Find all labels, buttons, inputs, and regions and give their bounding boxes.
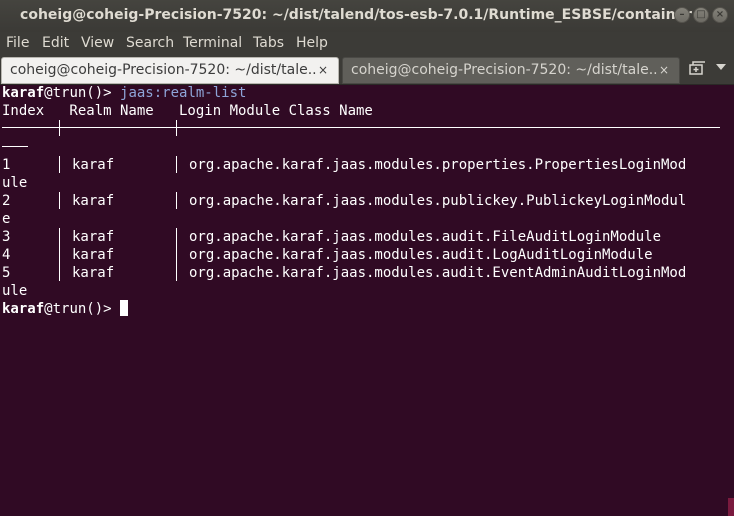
column-separator [59, 156, 60, 173]
row-module: org.apache.karaf.jaas.modules.audit.File… [189, 229, 662, 245]
menu-search[interactable]: Search [126, 34, 174, 52]
row-module: org.apache.karaf.jaas.modules.audit.Even… [189, 265, 687, 281]
menu-bar: File Edit View Search Terminal Tabs Help [0, 32, 734, 54]
resize-grip[interactable] [728, 498, 734, 516]
row-index: 5 [2, 265, 11, 281]
column-separator [59, 192, 60, 209]
row-realm: karaf [72, 193, 115, 209]
tab-label: coheig@coheig-Precision-7520: ~/dist/tal… [10, 62, 316, 78]
menu-file[interactable]: File [6, 34, 29, 52]
row-module: org.apache.karaf.jaas.modules.audit.LogA… [189, 247, 653, 263]
table-row: 4 [2, 246, 10, 264]
menu-help[interactable]: Help [296, 34, 328, 52]
row-module: org.apache.karaf.jaas.modules.properties… [189, 157, 687, 173]
command-text: jaas:realm-list [120, 85, 247, 101]
window-title: coheig@coheig-Precision-7520: ~/dist/tal… [20, 7, 692, 23]
prompt-line: karaf@trun()> jaas:realm-list [2, 84, 246, 102]
row-module-wrap: ule [2, 283, 28, 299]
column-separator [176, 120, 177, 136]
table-row: 5 [2, 264, 10, 282]
row-index: 3 [2, 229, 11, 245]
row-module: org.apache.karaf.jaas.modules.publickey.… [189, 193, 687, 209]
row-realm: karaf [72, 229, 115, 245]
table-row: 3 [2, 228, 10, 246]
tab-close-icon[interactable]: × [659, 58, 669, 83]
text-cursor [120, 300, 129, 316]
new-tab-icon[interactable] [688, 59, 706, 77]
table-row: 1 [2, 156, 10, 174]
row-index: 1 [2, 157, 11, 173]
prompt-host: @trun()> [44, 85, 121, 101]
menu-tabs[interactable]: Tabs [253, 34, 284, 52]
prompt-line: karaf@trun()> [2, 300, 129, 318]
column-separator [176, 156, 177, 173]
column-separator [59, 120, 60, 136]
tab-bar: coheig@coheig-Precision-7520: ~/dist/tal… [0, 54, 734, 85]
window-titlebar[interactable]: coheig@coheig-Precision-7520: ~/dist/tal… [0, 0, 734, 32]
tab-terminal-2[interactable]: coheig@coheig-Precision-7520: ~/dist/tal… [342, 57, 680, 84]
tab-terminal-1[interactable]: coheig@coheig-Precision-7520: ~/dist/tal… [1, 57, 339, 84]
header-rule [2, 127, 720, 128]
column-separator [176, 228, 177, 281]
table-row: 2 [2, 192, 10, 210]
menu-view[interactable]: View [81, 34, 114, 52]
tab-menu-dropdown-icon[interactable] [716, 64, 726, 70]
prompt-host: @trun()> [44, 301, 121, 317]
row-module-wrap: ule [2, 175, 28, 191]
close-window-button[interactable]: × [712, 7, 728, 23]
maximize-button[interactable]: □ [693, 7, 709, 23]
menu-terminal[interactable]: Terminal [183, 34, 242, 52]
row-realm: karaf [72, 157, 115, 173]
row-module-wrap: e [2, 211, 11, 227]
prompt-user: karaf [2, 301, 45, 317]
table-header: Index Realm Name Login Module Class Name [2, 103, 373, 119]
column-separator [59, 228, 60, 281]
row-realm: karaf [72, 265, 115, 281]
minimize-button[interactable]: – [674, 7, 690, 23]
row-realm: karaf [72, 247, 115, 263]
tab-close-icon[interactable]: × [318, 58, 328, 83]
column-separator [176, 192, 177, 209]
tab-label: coheig@coheig-Precision-7520: ~/dist/tal… [351, 62, 657, 78]
row-index: 2 [2, 193, 11, 209]
prompt-user: karaf [2, 85, 45, 101]
row-index: 4 [2, 247, 11, 263]
header-rule-wrap [2, 146, 28, 147]
terminal-area[interactable]: karaf@trun()> jaas:realm-list Index Real… [0, 85, 734, 516]
menu-edit[interactable]: Edit [42, 34, 69, 52]
